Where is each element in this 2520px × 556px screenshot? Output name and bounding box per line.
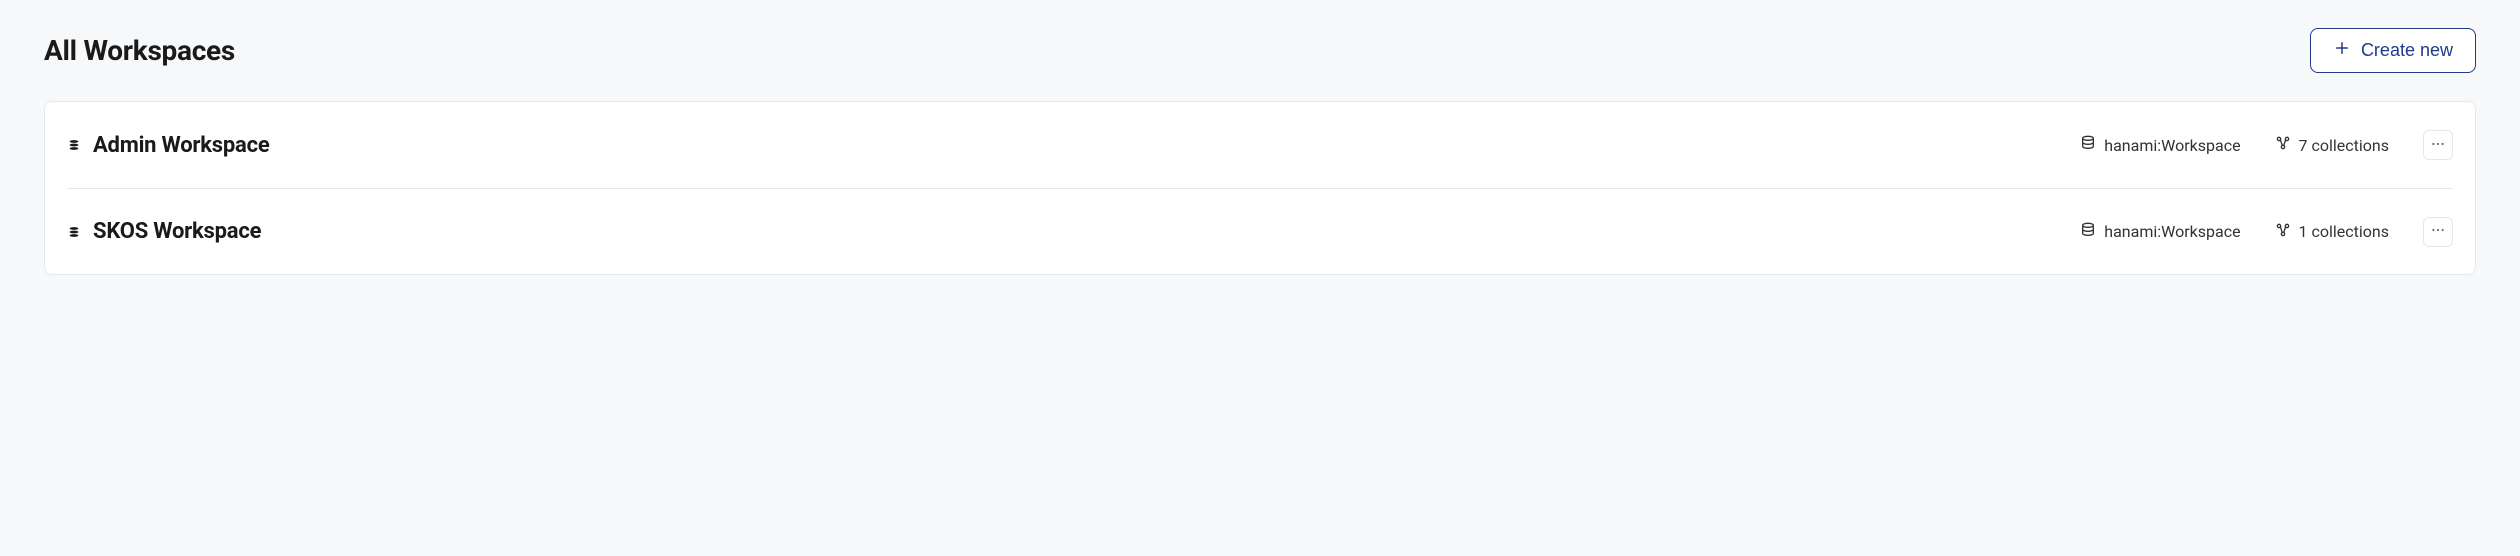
database-icon xyxy=(2080,135,2096,155)
nodes-icon xyxy=(2275,135,2291,155)
workspace-db-label: hanami:Workspace xyxy=(2104,222,2240,241)
workspace-collections-label: 1 collections xyxy=(2299,222,2389,241)
workspace-row[interactable]: SKOS Workspace hanami:Workspace xyxy=(67,188,2453,274)
workspace-name: Admin Workspace xyxy=(93,133,269,158)
stack-icon xyxy=(67,225,81,239)
workspace-row-left: SKOS Workspace xyxy=(67,219,261,244)
workspace-list: Admin Workspace hanami:Workspace xyxy=(44,101,2476,275)
workspace-name: SKOS Workspace xyxy=(93,219,261,244)
create-new-button[interactable]: Create new xyxy=(2310,28,2476,73)
workspace-collections-label: 7 collections xyxy=(2299,136,2389,155)
workspace-db-meta: hanami:Workspace xyxy=(2080,135,2240,155)
workspace-row-right: hanami:Workspace 7 collections xyxy=(2080,130,2453,160)
workspace-collections-meta: 7 collections xyxy=(2275,135,2389,155)
workspace-db-meta: hanami:Workspace xyxy=(2080,222,2240,242)
plus-icon xyxy=(2333,39,2351,62)
nodes-icon xyxy=(2275,222,2291,242)
workspace-collections-meta: 1 collections xyxy=(2275,222,2389,242)
create-new-label: Create new xyxy=(2361,40,2453,61)
workspace-db-label: hanami:Workspace xyxy=(2104,136,2240,155)
database-icon xyxy=(2080,222,2096,242)
ellipsis-icon xyxy=(2430,222,2446,241)
workspace-row-right: hanami:Workspace 1 collections xyxy=(2080,217,2453,247)
page-header: All Workspaces Create new xyxy=(44,28,2476,73)
more-actions-button[interactable] xyxy=(2423,217,2453,247)
page-title: All Workspaces xyxy=(44,34,235,67)
stack-icon xyxy=(67,138,81,152)
workspace-row-left: Admin Workspace xyxy=(67,133,269,158)
more-actions-button[interactable] xyxy=(2423,130,2453,160)
workspace-row[interactable]: Admin Workspace hanami:Workspace xyxy=(67,102,2453,188)
ellipsis-icon xyxy=(2430,136,2446,155)
